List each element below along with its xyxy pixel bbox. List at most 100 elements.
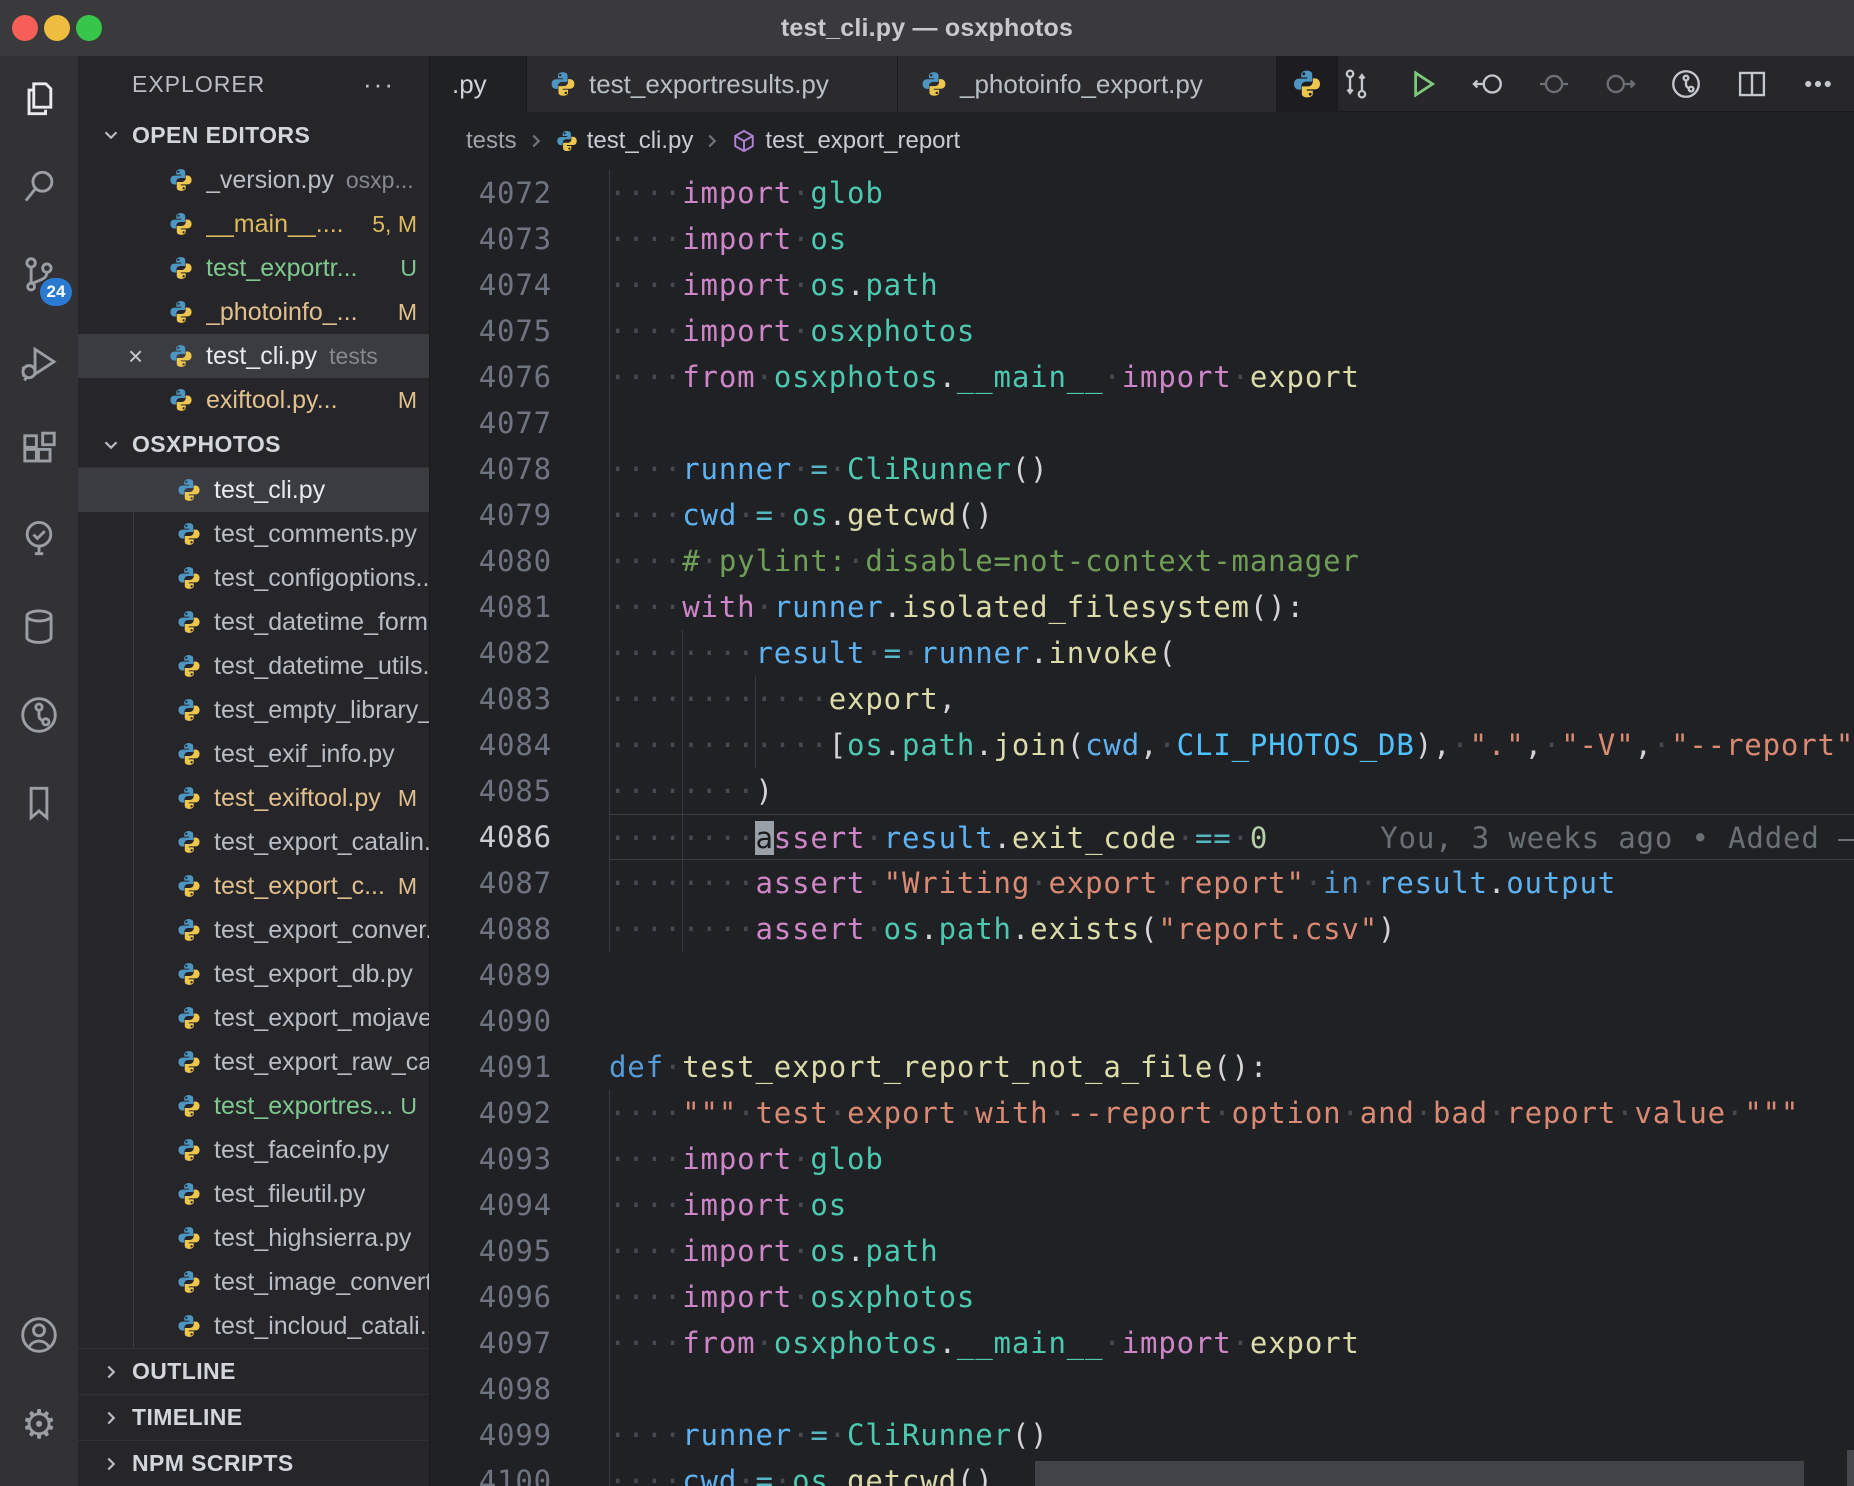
more-actions-icon[interactable] [1800,66,1836,102]
tree-item[interactable]: test_export_catalin... [78,820,429,864]
python-icon [168,343,194,369]
tree-item[interactable]: test_image_convert... [78,1260,429,1304]
tree-item[interactable]: test_configoptions.... [78,556,429,600]
tree-item[interactable]: test_datetime_form... [78,600,429,644]
compare-changes-icon[interactable] [1338,66,1374,102]
line-number: 4098 [430,1366,552,1412]
code-line: 4091def·test_export_report_not_a_file(): [430,1044,1854,1090]
line-number: 4074 [430,262,552,308]
editor-toolbar [1338,56,1854,111]
tree-item[interactable]: test_empty_library_... [78,688,429,732]
test-tree-icon[interactable] [0,500,78,578]
search-icon[interactable] [0,148,78,226]
python-icon [920,70,948,98]
code-line: 4089 [430,952,1854,998]
tree-item[interactable]: test_exif_info.py [78,732,429,776]
tree-item[interactable]: test_export_conver... [78,908,429,952]
git-status-badge: 5, M [372,211,417,238]
code-line: 4075····import·osxphotos [430,308,1854,354]
breadcrumb-item[interactable]: test_cli.py [555,127,694,155]
debug-circle-icon[interactable] [1536,66,1572,102]
open-editor-item[interactable]: ×_photoinfo_...M [78,290,429,334]
tree-item[interactable]: test_export_mojave... [78,996,429,1040]
gitlens-icon[interactable] [0,676,78,754]
database-icon[interactable] [0,588,78,666]
editor-tab[interactable]: _photoinfo_export.py [898,56,1277,112]
run-debug-icon[interactable] [0,324,78,402]
python-icon [176,1093,202,1119]
python-icon [176,873,202,899]
tree-item[interactable]: test_export_raw_ca... [78,1040,429,1084]
editor-tab[interactable]: test_exportresults.py [527,56,898,112]
code-line: 4094····import·os [430,1182,1854,1228]
sidebar-section-npm-scripts[interactable]: NPM SCRIPTS [78,1440,429,1486]
breadcrumb-item[interactable]: test_export_report [731,127,960,155]
horizontal-scrollbar[interactable] [1035,1461,1804,1486]
tree-item[interactable]: test_comments.py [78,512,429,556]
chevron-right-icon [100,1453,122,1475]
line-number: 4089 [430,952,552,998]
extensions-icon[interactable] [0,412,78,490]
python-icon [176,829,202,855]
python-extension-button[interactable] [1277,56,1338,112]
tree-item[interactable]: test_faceinfo.py [78,1128,429,1172]
git-status-badge: M [398,299,417,326]
chevron-down-icon [100,124,122,146]
close-icon[interactable]: × [128,341,154,372]
explorer-more-actions[interactable]: ··· [363,69,395,100]
tree-item[interactable]: test_cli.py [78,468,429,512]
run-python-file-icon[interactable] [1404,66,1440,102]
git-status-badge: M [398,785,417,812]
gitlens-graph-icon[interactable] [1668,66,1704,102]
line-number: 4090 [430,998,552,1044]
line-number: 4096 [430,1274,552,1320]
tree-item[interactable]: test_datetime_utils.... [78,644,429,688]
code-line: 4081····with·runner.isolated_filesystem(… [430,584,1854,630]
tree-item[interactable]: test_exiftool.pyM [78,776,429,820]
python-icon [176,961,202,987]
tab-strip: .pytest_exportresults.py_photoinfo_expor… [430,56,1854,112]
line-number: 4086 [430,814,552,860]
source-control-icon[interactable]: 24 [0,236,78,314]
python-icon [168,255,194,281]
chevron-right-icon [100,1407,122,1429]
python-icon [176,521,202,547]
code-line: 4082········result·=·runner.invoke( [430,630,1854,676]
tree-item[interactable]: test_export_db.py [78,952,429,996]
vscode-window: test_cli.py — osxphotos 24 [0,0,1854,1486]
explorer-icon[interactable] [0,60,78,138]
open-editor-item[interactable]: ×test_cli.pytests [78,334,429,378]
tree-item[interactable]: test_highsierra.py [78,1216,429,1260]
python-icon [176,1269,202,1295]
open-editor-item[interactable]: ×_version.pyosxp... [78,158,429,202]
breadcrumb-item[interactable]: tests [466,127,517,155]
tree-item[interactable]: test_exportres...U [78,1084,429,1128]
code-editor[interactable]: 4072····import·glob4073····import·os4074… [430,170,1854,1486]
editor-group: .pytest_exportresults.py_photoinfo_expor… [430,56,1854,1486]
editor-tab[interactable]: .py [430,56,527,112]
open-editors-header[interactable]: OPEN EDITORS [78,112,429,158]
reverse-continue-icon[interactable] [1470,66,1506,102]
line-number: 4093 [430,1136,552,1182]
line-number: 4084 [430,722,552,768]
sidebar-section-timeline[interactable]: TIMELINE [78,1394,429,1440]
code-line: 4080····#·pylint:·disable=not-context-ma… [430,538,1854,584]
open-editor-item[interactable]: ×__main__....5, M [78,202,429,246]
account-icon[interactable] [0,1296,78,1374]
tree-item[interactable]: test_fileutil.py [78,1172,429,1216]
open-editor-item[interactable]: ×exiftool.py...M [78,378,429,422]
line-number: 4077 [430,400,552,446]
window-title: test_cli.py — osxphotos [0,14,1854,43]
tree-item[interactable]: test_incloud_catali... [78,1304,429,1348]
split-editor-icon[interactable] [1734,66,1770,102]
line-number: 4088 [430,906,552,952]
tree-item[interactable]: test_export_c...M [78,864,429,908]
open-editor-item[interactable]: ×test_exportr...U [78,246,429,290]
settings-gear-icon[interactable]: ⚙ [0,1386,78,1464]
code-line: 4098 [430,1366,1854,1412]
vertical-scrollbar[interactable] [1847,1450,1854,1486]
bookmark-icon[interactable] [0,764,78,842]
osxphotos-section-header[interactable]: OSXPHOTOS [78,422,429,468]
continue-icon[interactable] [1602,66,1638,102]
sidebar-section-outline[interactable]: OUTLINE [78,1348,429,1394]
